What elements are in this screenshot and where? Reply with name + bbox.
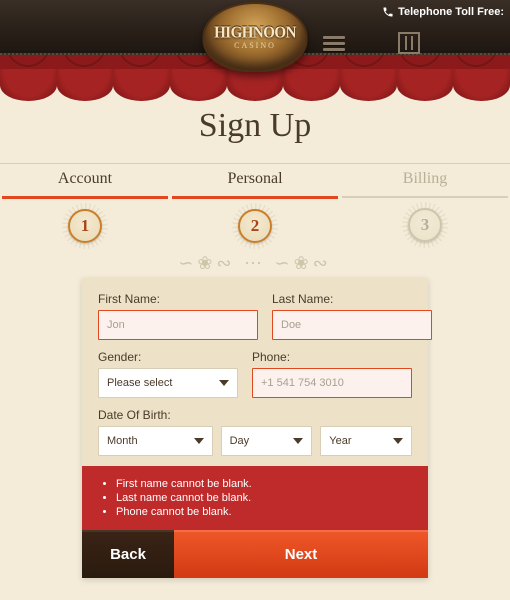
last-name-input[interactable]	[272, 310, 432, 340]
first-name-label: First Name:	[98, 292, 258, 306]
step-label: Billing	[340, 170, 510, 188]
field-gender: Gender: Please select	[98, 350, 238, 398]
step-number-circle: 2	[238, 209, 272, 243]
phone-label: Phone:	[252, 350, 412, 364]
next-button[interactable]: Next	[174, 530, 428, 578]
field-dob-year: Year	[320, 426, 412, 456]
field-phone: Phone:	[252, 350, 412, 398]
site-logo[interactable]: HIGHNOON CASINO	[203, 2, 308, 72]
step-line	[172, 196, 338, 199]
logo-badge: HIGHNOON CASINO	[203, 2, 308, 72]
header-bar: Telephone Toll Free: HIGHNOON CASINO	[0, 0, 510, 55]
ornament-divider: ∽❀∾ ⋯ ∽❀∾	[0, 253, 510, 274]
dob-month-select[interactable]: Month	[98, 426, 213, 456]
field-dob: Date Of Birth: Month Day Year	[98, 408, 412, 460]
dob-day-select[interactable]: Day	[221, 426, 313, 456]
curtain-scallops	[0, 85, 510, 101]
dob-label: Date Of Birth:	[98, 408, 412, 422]
step-number-circle: 1	[68, 209, 102, 243]
signup-steps: Account 1 Personal 2 Billing 3	[0, 163, 510, 243]
gender-label: Gender:	[98, 350, 238, 364]
form-card: First Name: Last Name: Gender: Please se…	[82, 278, 428, 578]
step-line	[342, 196, 508, 198]
field-dob-month: Month	[98, 426, 213, 456]
first-name-input[interactable]	[98, 310, 258, 340]
logo-text-main: HIGHNOON	[214, 23, 296, 43]
dob-year-select[interactable]: Year	[320, 426, 412, 456]
step-personal[interactable]: Personal 2	[170, 170, 340, 243]
field-dob-day: Day	[221, 426, 313, 456]
gender-select[interactable]: Please select	[98, 368, 238, 398]
last-name-label: Last Name:	[272, 292, 432, 306]
step-account[interactable]: Account 1	[0, 170, 170, 243]
back-button[interactable]: Back	[82, 530, 174, 578]
window-icon[interactable]	[398, 32, 420, 54]
step-label: Account	[0, 170, 170, 188]
button-row: Back Next	[82, 530, 428, 578]
phone-label: Telephone Toll Free:	[398, 6, 504, 18]
error-messages: First name cannot be blank. Last name ca…	[82, 466, 428, 530]
page-title: Sign Up	[0, 107, 510, 145]
error-item: Last name cannot be blank.	[116, 492, 412, 504]
step-line	[2, 196, 168, 199]
error-item: First name cannot be blank.	[116, 478, 412, 490]
field-first-name: First Name:	[98, 292, 258, 340]
field-last-name: Last Name:	[272, 292, 432, 340]
menu-icon[interactable]	[323, 36, 345, 52]
phone-input[interactable]	[252, 368, 412, 398]
error-item: Phone cannot be blank.	[116, 506, 412, 518]
phone-toll-free: Telephone Toll Free:	[382, 6, 504, 18]
step-label: Personal	[170, 170, 340, 188]
step-billing[interactable]: Billing 3	[340, 170, 510, 243]
step-number-circle: 3	[408, 208, 442, 242]
phone-icon	[382, 6, 394, 18]
